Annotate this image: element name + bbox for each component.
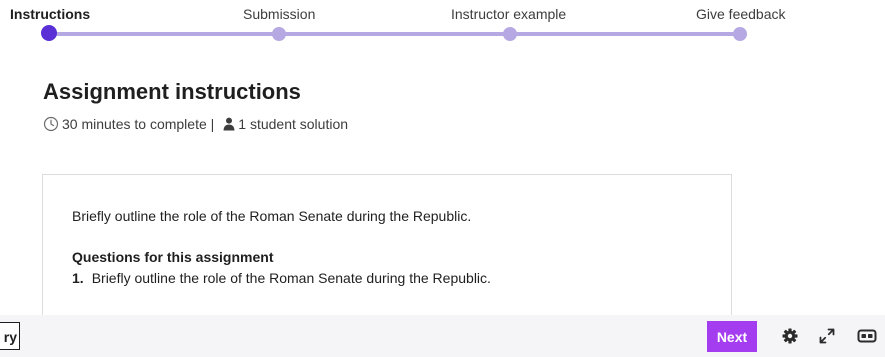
user-icon	[223, 117, 235, 131]
step-instructor-example-label[interactable]: Instructor example	[451, 6, 566, 22]
question-text: Briefly outline the role of the Roman Se…	[91, 270, 491, 286]
previous-button[interactable]: ry	[0, 322, 20, 350]
footer-bar: ry Next	[0, 315, 885, 357]
step-give-feedback-label[interactable]: Give feedback	[696, 6, 786, 22]
previous-button-label: ry	[3, 329, 17, 345]
step-instructions-dot[interactable]	[41, 25, 57, 41]
assignment-meta: 30 minutes to complete | 1 student solut…	[43, 116, 348, 132]
caption-icon[interactable]	[857, 327, 877, 345]
step-instructor-example-dot[interactable]	[503, 27, 517, 41]
step-submission-label[interactable]: Submission	[243, 6, 315, 22]
stepper-track	[49, 32, 740, 36]
question-item: 1. Briefly outline the role of the Roman …	[72, 270, 491, 286]
page-title: Assignment instructions	[43, 79, 301, 104]
duration-text: 30 minutes to complete |	[62, 116, 215, 132]
assignment-prompt: Briefly outline the role of the Roman Se…	[72, 208, 472, 224]
question-number: 1.	[72, 270, 84, 286]
gear-icon[interactable]	[781, 327, 799, 345]
questions-heading: Questions for this assignment	[72, 249, 274, 265]
next-button[interactable]: Next	[707, 321, 757, 352]
instructions-card: Briefly outline the role of the Roman Se…	[42, 174, 732, 335]
solutions-count-text: 1 student solution	[238, 116, 349, 132]
expand-icon[interactable]	[818, 327, 836, 345]
progress-stepper: Instructions Submission Instructor examp…	[0, 0, 885, 48]
step-give-feedback-dot[interactable]	[733, 27, 747, 41]
step-instructions-label[interactable]: Instructions	[10, 6, 90, 22]
step-submission-dot[interactable]	[272, 27, 286, 41]
clock-icon	[43, 116, 59, 132]
